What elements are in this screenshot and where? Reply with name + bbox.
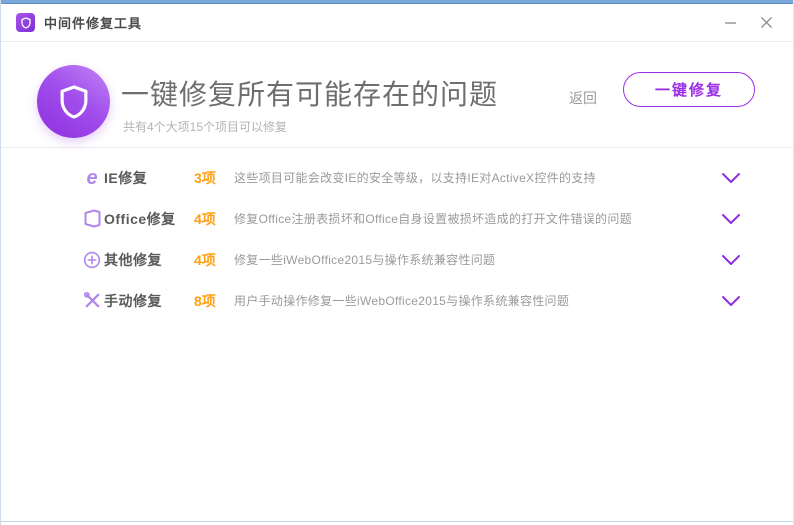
window-bottom-border [1, 521, 793, 525]
tools-icon [81, 290, 103, 312]
titlebar: 中间件修复工具 [1, 4, 793, 42]
repair-row-office[interactable]: Office修复 4项 修复Office注册表损坏和Office自身设置被损坏造… [1, 198, 793, 239]
chevron-down-icon[interactable] [721, 295, 741, 307]
close-icon[interactable] [755, 12, 777, 34]
repair-list: e IE修复 3项 这些项目可能会改变IE的安全等级，以支持IE对ActiveX… [1, 149, 793, 321]
row-description: 修复Office注册表损坏和Office自身设置被损坏造成的打开文件错误的问题 [234, 212, 632, 226]
page-subtitle: 共有4个大项15个项目可以修复 [123, 120, 288, 134]
row-count: 4项 [194, 210, 216, 227]
chevron-down-icon[interactable] [721, 254, 741, 266]
repair-row-ie[interactable]: e IE修复 3项 这些项目可能会改变IE的安全等级，以支持IE对ActiveX… [1, 157, 793, 198]
chevron-down-icon[interactable] [721, 172, 741, 184]
repair-row-other[interactable]: 其他修复 4项 修复一些iWebOffice2015与操作系统兼容性问题 [1, 239, 793, 280]
page-title: 一键修复所有可能存在的问题 [121, 79, 499, 110]
row-label: 其他修复 [104, 251, 162, 268]
row-label: Office修复 [104, 210, 176, 227]
row-description: 用户手动操作修复一些iWebOffice2015与操作系统兼容性问题 [234, 294, 570, 308]
app-logo-shield-icon [16, 13, 35, 32]
window-controls [719, 12, 777, 34]
app-title: 中间件修复工具 [44, 16, 143, 31]
one-click-repair-button[interactable]: 一键修复 [623, 72, 755, 107]
row-label: IE修复 [104, 169, 148, 186]
app-window: 中间件修复工具 一键修复所有可能存在的问题 共有4个大项15个项目可以修复 返回… [0, 0, 794, 525]
ie-icon: e [86, 166, 98, 189]
row-label: 手动修复 [104, 292, 162, 309]
row-count: 8项 [194, 292, 216, 309]
row-count: 4项 [194, 251, 216, 268]
header: 一键修复所有可能存在的问题 共有4个大项15个项目可以修复 返回 一键修复 [1, 42, 793, 148]
row-description: 这些项目可能会改变IE的安全等级，以支持IE对ActiveX控件的支持 [234, 171, 596, 185]
office-icon [81, 208, 103, 230]
shield-badge-icon [37, 65, 110, 138]
row-count: 3项 [194, 169, 216, 186]
back-link[interactable]: 返回 [569, 88, 597, 108]
repair-row-manual[interactable]: 手动修复 8项 用户手动操作修复一些iWebOffice2015与操作系统兼容性… [1, 280, 793, 321]
chevron-down-icon[interactable] [721, 213, 741, 225]
minimize-icon[interactable] [719, 12, 741, 34]
row-description: 修复一些iWebOffice2015与操作系统兼容性问题 [234, 253, 496, 267]
circle-plus-icon [81, 249, 103, 271]
